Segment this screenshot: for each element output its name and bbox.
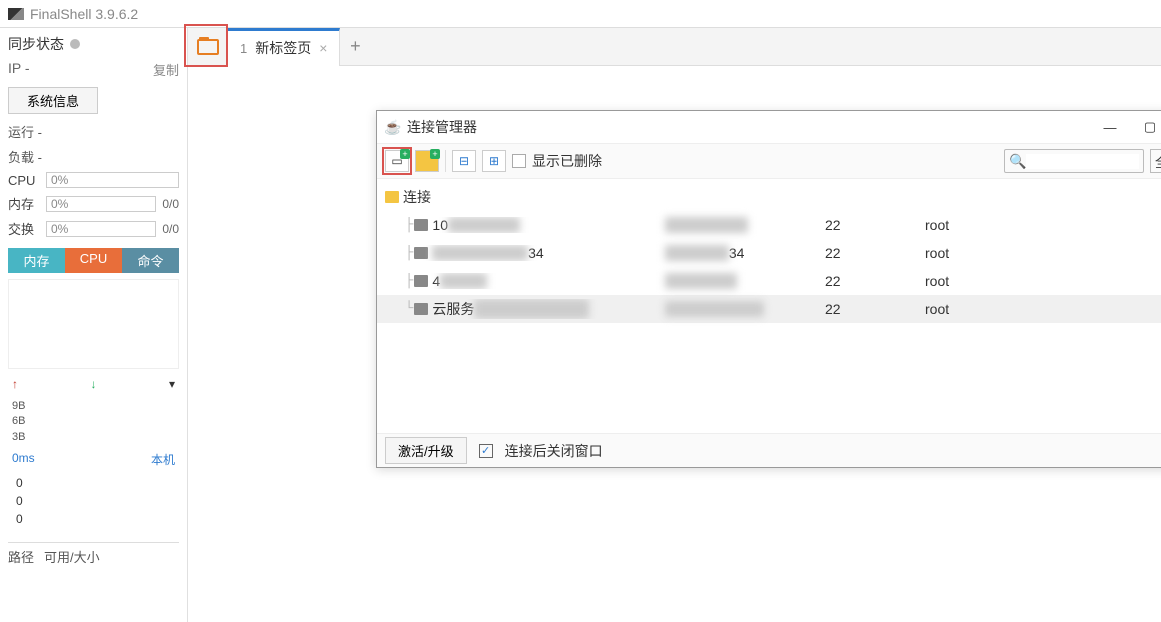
sync-status-dot [70, 39, 80, 49]
ip-label: IP [8, 60, 21, 76]
host-icon [414, 303, 428, 315]
tabbar: 1 新标签页 × + [188, 28, 1161, 66]
swap-stat-label: 交换 [8, 219, 40, 238]
activate-button[interactable]: 激活/升级 [385, 437, 467, 464]
plus-badge-icon: + [400, 149, 410, 159]
mem-stat-label: 内存 [8, 194, 40, 213]
host-icon [414, 247, 428, 259]
swap-value: 0/0 [162, 222, 179, 236]
filter-value: 全部 [1155, 152, 1161, 171]
tab-command[interactable]: 命令 [122, 248, 179, 273]
sync-status-row: 同步状态 [8, 34, 179, 54]
host-local-label: 本机 [151, 451, 175, 468]
net-caret-icon[interactable]: ▾ [169, 377, 175, 391]
close-after-checkbox[interactable]: ✓ [479, 444, 493, 458]
tab-close-icon[interactable]: × [319, 40, 327, 56]
sidebar: 同步状态 IP - 复制 系统信息 运行 - 负载 - CPU 0% 内存 0%… [0, 28, 188, 622]
copy-link[interactable]: 复制 [153, 60, 179, 79]
connection-row[interactable]: ├101.XXX.XXX 10.X.XXX.XX 22 root [377, 211, 1161, 239]
tab-cpu[interactable]: CPU [65, 248, 122, 273]
mem-value: 0/0 [162, 197, 179, 211]
system-info-button[interactable]: 系统信息 [8, 87, 98, 114]
search-box[interactable]: 🔍 [1004, 149, 1144, 173]
filter-combo[interactable]: 全部 ▼ [1150, 149, 1161, 173]
upload-arrow-icon: ↑ [12, 377, 18, 391]
host-icon [414, 219, 428, 231]
new-tab-button[interactable]: + [340, 28, 370, 66]
run-label: 运行 - [8, 122, 179, 141]
sidebar-tabs: 内存 CPU 命令 [8, 248, 179, 273]
cpu-stat-label: CPU [8, 173, 40, 188]
tab-index: 1 [240, 41, 247, 56]
bottom-panel: 路径 可用/大小 [8, 542, 179, 566]
download-arrow-icon: ↓ [90, 377, 96, 391]
dialog-toolbar: ▭ + + ⊟ ⊞ 显示已删除 🔍 全部 ▼ [377, 143, 1161, 179]
tab-memory[interactable]: 内存 [8, 248, 65, 273]
toolbar-divider [445, 150, 446, 172]
java-icon: ☕ [385, 119, 401, 135]
app-title: FinalShell 3.9.6.2 [30, 6, 138, 22]
dialog-titlebar[interactable]: ☕ 连接管理器 — ▢ ✕ [377, 111, 1161, 143]
graph-area [8, 279, 179, 369]
connection-manager-dialog: ☕ 连接管理器 — ▢ ✕ ▭ + + ⊟ ⊞ 显示已删除 [376, 110, 1161, 468]
search-input[interactable] [1026, 154, 1139, 169]
close-after-label: 连接后关闭窗口 [505, 441, 603, 461]
content-area: 1 新标签页 × + root root root root ☕ 连接管理器 —… [188, 28, 1161, 622]
cpu-bar: 0% [46, 172, 179, 188]
swap-bar: 0% [46, 221, 156, 237]
tab-new-page[interactable]: 1 新标签页 × [228, 28, 340, 66]
net-y-labels: 9B 6B 3B [8, 399, 179, 445]
app-icon [8, 8, 24, 20]
connection-row[interactable]: └云服务器XXX.XXX.X.120 192.1X.XXX.XX 22 root [377, 295, 1161, 323]
ip-value: - [25, 60, 30, 76]
show-deleted-checkbox[interactable] [512, 154, 526, 168]
titlebar: FinalShell 3.9.6.2 [0, 0, 1161, 28]
folder-icon [197, 39, 219, 55]
collapse-button[interactable]: ⊟ [452, 150, 476, 172]
search-icon: 🔍 [1009, 153, 1026, 170]
ping-ms: 0ms [12, 451, 35, 468]
expand-button[interactable]: ⊞ [482, 150, 506, 172]
connection-row[interactable]: ├XXX.XXX.XXX.34 XXX.XXX.34 22 root [377, 239, 1161, 267]
new-folder-button[interactable]: + [415, 150, 439, 172]
tree-root[interactable]: 连接 [377, 183, 1161, 211]
dialog-title: 连接管理器 [407, 117, 1090, 137]
ping-zeros: 0 0 0 [8, 474, 179, 528]
load-label: 负载 - [8, 147, 179, 166]
tab-label: 新标签页 [255, 38, 311, 58]
plus-badge-icon: + [430, 149, 440, 159]
dialog-footer: 激活/升级 ✓ 连接后关闭窗口 [377, 433, 1161, 467]
host-icon [414, 275, 428, 287]
connection-manager-button[interactable] [188, 28, 228, 66]
show-deleted-label: 显示已删除 [532, 151, 602, 171]
folder-icon [385, 191, 399, 203]
connection-tree[interactable]: 连接 ├101.XXX.XXX 10.X.XXX.XX 22 root ├XXX… [377, 179, 1161, 433]
maximize-button[interactable]: ▢ [1130, 111, 1161, 143]
root-label: 连接 [403, 187, 431, 207]
minimize-button[interactable]: — [1090, 111, 1130, 143]
mem-bar: 0% [46, 196, 156, 212]
sync-label: 同步状态 [8, 34, 64, 54]
connection-row[interactable]: ├4XXXXX 1X.XXX.XX 22 root [377, 267, 1161, 295]
new-connection-button[interactable]: ▭ + [385, 150, 409, 172]
